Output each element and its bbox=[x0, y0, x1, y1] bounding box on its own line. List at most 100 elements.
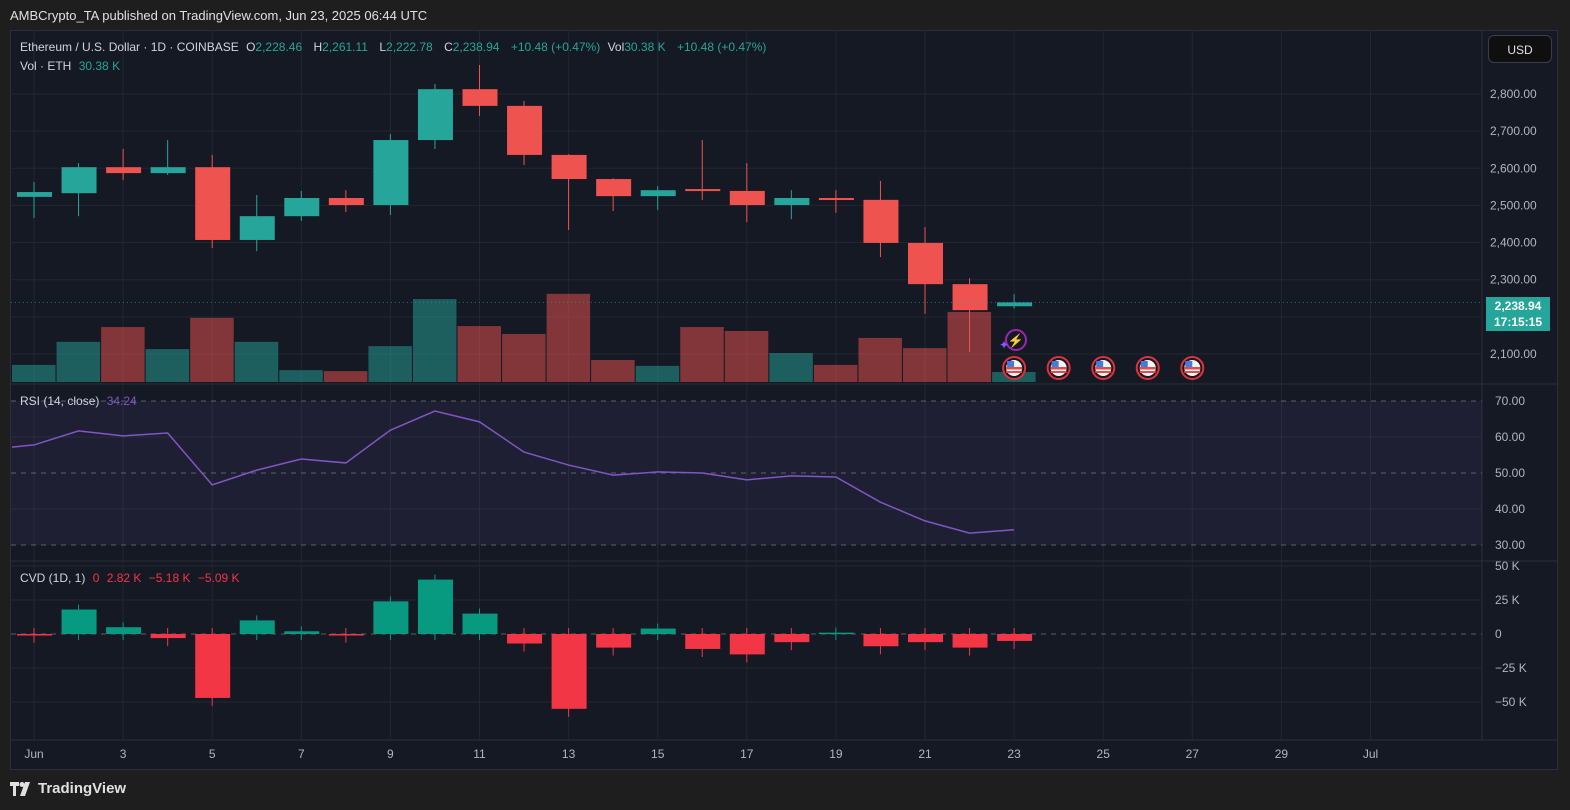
cvd-bar bbox=[373, 601, 409, 634]
vol-value: 30.38 K bbox=[624, 40, 666, 54]
rsi-axis-label: 30.00 bbox=[1495, 538, 1525, 552]
volume-bar bbox=[769, 353, 813, 382]
cvd-axis-label: 0 bbox=[1495, 627, 1502, 641]
candle-body bbox=[952, 284, 988, 311]
volume-bar bbox=[368, 346, 412, 382]
rsi-value: 34.24 bbox=[106, 394, 137, 408]
volume-label[interactable]: Vol · ETH bbox=[20, 59, 71, 73]
chart-canvas[interactable]: Jun 3 5 7 9 11 13 15 17 19 21 23 25 27 29 Jul 2,800.00 2,… bbox=[0, 0, 1570, 810]
close-label: C bbox=[444, 40, 453, 54]
volume-bar bbox=[56, 341, 101, 382]
time-axis-label: 21 bbox=[918, 747, 932, 761]
cvd-bar bbox=[17, 634, 52, 636]
us-flag-icon bbox=[1095, 367, 1112, 370]
volume-bar bbox=[279, 370, 323, 382]
cvd-label[interactable]: CVD (1D, 1) bbox=[20, 571, 85, 585]
last-price-tag: 2,238.94 17:15:15 bbox=[1486, 297, 1550, 331]
cvd-bar bbox=[551, 634, 587, 709]
cvd-bar bbox=[908, 634, 943, 643]
time-axis-label: 7 bbox=[298, 747, 305, 761]
vol-label: Vol bbox=[607, 40, 625, 54]
candle-body bbox=[640, 190, 676, 197]
candle-body bbox=[373, 140, 409, 206]
volume-bar bbox=[457, 326, 501, 382]
time-axis-label: 11 bbox=[473, 747, 486, 761]
us-flag-icon bbox=[1006, 367, 1023, 370]
cvd-bar bbox=[462, 613, 498, 634]
rsi-label[interactable]: RSI (14, close) bbox=[20, 394, 99, 408]
cvd-bar bbox=[685, 634, 721, 649]
time-axis-label: 27 bbox=[1186, 747, 1200, 761]
volume-bar bbox=[813, 364, 858, 382]
candle-body bbox=[551, 154, 587, 180]
cvd-bar bbox=[729, 634, 765, 655]
price-axis-label: 2,400.00 bbox=[1490, 236, 1537, 250]
time-axis-label: 17 bbox=[740, 747, 754, 761]
volume-bar bbox=[680, 327, 724, 382]
candle-body bbox=[150, 167, 186, 174]
time-axis-label: Jun bbox=[24, 747, 43, 761]
cvd-axis-label: −25 K bbox=[1495, 661, 1527, 675]
cvd-axis-label: 50 K bbox=[1495, 559, 1520, 573]
time-axis-label: 23 bbox=[1007, 747, 1021, 761]
us-flag-icon bbox=[1096, 361, 1104, 367]
us-flag-icon bbox=[1139, 371, 1156, 373]
rsi-axis-label: 60.00 bbox=[1495, 430, 1525, 444]
cvd-axis-label: 25 K bbox=[1495, 593, 1520, 607]
time-axis-label: 3 bbox=[120, 747, 127, 761]
candle-body bbox=[417, 89, 453, 141]
volume-bar bbox=[591, 359, 635, 382]
price-axis-label: 2,300.00 bbox=[1490, 273, 1537, 287]
cvd-bar bbox=[239, 620, 275, 634]
time-axis-label: 9 bbox=[387, 747, 394, 761]
us-flag-icon bbox=[1007, 361, 1015, 367]
time-axis-label: 5 bbox=[209, 747, 216, 761]
volume-bar bbox=[323, 371, 368, 382]
cvd-bar bbox=[863, 634, 899, 647]
low-label: L bbox=[379, 40, 387, 54]
volume-bar bbox=[412, 299, 457, 382]
time-axis-label: 15 bbox=[651, 747, 665, 761]
tradingview-logo[interactable]: TradingView bbox=[10, 780, 126, 797]
volume-bar bbox=[145, 349, 190, 382]
volume-bar bbox=[635, 365, 680, 382]
bar-countdown: 17:15:15 bbox=[1493, 315, 1543, 329]
close-value: 2,238.94 bbox=[452, 40, 500, 54]
cvd-bar bbox=[61, 609, 97, 634]
price-axis-label: 2,600.00 bbox=[1490, 161, 1537, 175]
cvd-bar bbox=[997, 634, 1033, 641]
cvd-bar bbox=[417, 579, 453, 634]
volume-bar bbox=[724, 331, 769, 382]
price-axis-label: 2,700.00 bbox=[1490, 124, 1537, 138]
cvd-bar bbox=[150, 634, 186, 639]
rsi-legend: RSI (14, close) 34.24 bbox=[20, 394, 141, 408]
cvd-bar bbox=[195, 634, 231, 698]
symbol-title[interactable]: Ethereum / U.S. Dollar · 1D · COINBASE bbox=[20, 40, 239, 54]
volume-bar bbox=[190, 317, 234, 382]
candle-body bbox=[818, 197, 854, 200]
rsi-axis-label: 40.00 bbox=[1495, 502, 1525, 516]
volume-bar bbox=[12, 364, 56, 382]
change-value-2: +10.48 (+0.47%) bbox=[676, 40, 767, 54]
candle-body bbox=[729, 190, 765, 206]
time-axis-label: 19 bbox=[829, 747, 843, 761]
us-flag-icon bbox=[1185, 361, 1193, 367]
cvd-value: 2.82 K bbox=[106, 571, 142, 585]
price-axis-label: 2,100.00 bbox=[1490, 347, 1537, 361]
cvd-bar bbox=[284, 631, 320, 634]
candle-body bbox=[239, 216, 275, 240]
us-flag-icon bbox=[1184, 367, 1201, 370]
change-value: +10.48 (+0.47%) bbox=[510, 40, 601, 54]
currency-button[interactable]: USD bbox=[1488, 35, 1552, 63]
tradingview-logo-icon bbox=[10, 781, 30, 796]
us-flag-icon bbox=[1050, 371, 1067, 373]
cvd-bar bbox=[106, 627, 142, 634]
low-value: 2,222.78 bbox=[386, 40, 433, 54]
volume-bar bbox=[858, 337, 902, 382]
cvd-bar bbox=[818, 632, 854, 635]
candle-body bbox=[106, 167, 142, 174]
us-flag-icon bbox=[1184, 371, 1201, 373]
candle-body bbox=[596, 179, 632, 197]
footer-brand: TradingView bbox=[38, 780, 127, 797]
cvd-bar bbox=[774, 634, 810, 643]
